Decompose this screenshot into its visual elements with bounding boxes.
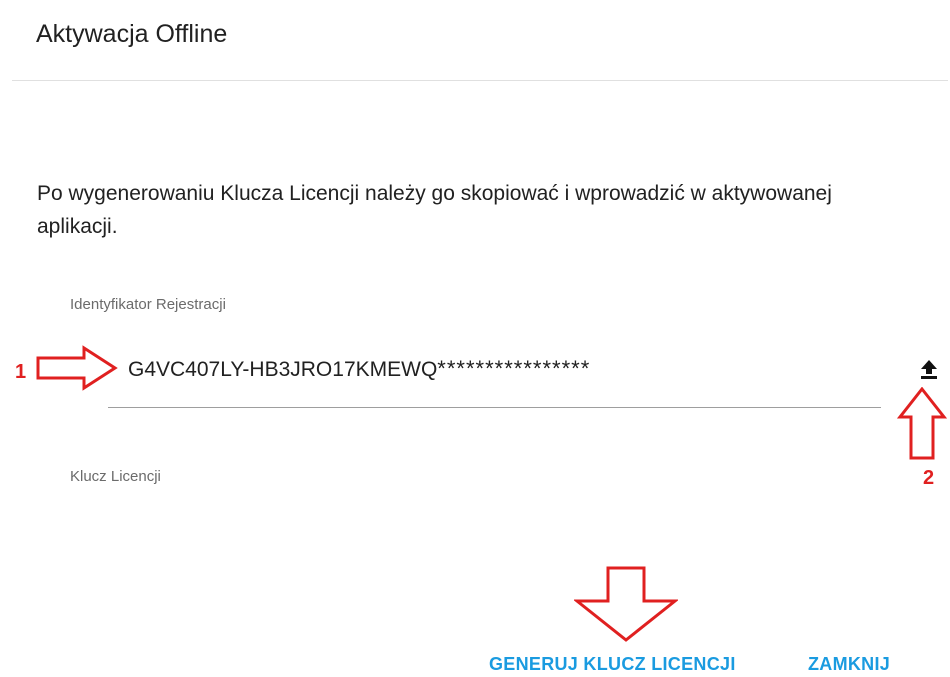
dialog-title: Aktywacja Offline [36, 20, 228, 48]
offline-activation-dialog: Aktywacja Offline Po wygenerowaniu Klucz… [0, 0, 950, 677]
annotation-arrow-up-icon [897, 387, 947, 460]
dialog-description: Po wygenerowaniu Klucza Licencji należy … [37, 182, 832, 238]
annotation-arrow-down-icon [574, 566, 678, 642]
registration-id-value: G4VC407LY-HB3JRO17KMEWQ [128, 358, 438, 381]
annotation-marker-2: 2 [923, 467, 935, 489]
license-key-label: Klucz Licencji [70, 468, 161, 485]
registration-id-masked-suffix: **************** [437, 356, 591, 381]
upload-icon[interactable] [916, 356, 942, 382]
registration-id-underline [108, 407, 881, 408]
title-divider [12, 80, 948, 81]
annotation-arrow-right-icon [36, 345, 118, 391]
annotation-marker-1: 1 [15, 361, 27, 383]
registration-id-label: Identyfikator Rejestracji [70, 296, 226, 313]
generate-license-key-button[interactable]: GENERUJ KLUCZ LICENCJI [489, 653, 736, 675]
close-button[interactable]: ZAMKNIJ [808, 653, 890, 675]
registration-id-field[interactable]: G4VC407LY-HB3JRO17KMEWQ**************** [128, 356, 590, 383]
